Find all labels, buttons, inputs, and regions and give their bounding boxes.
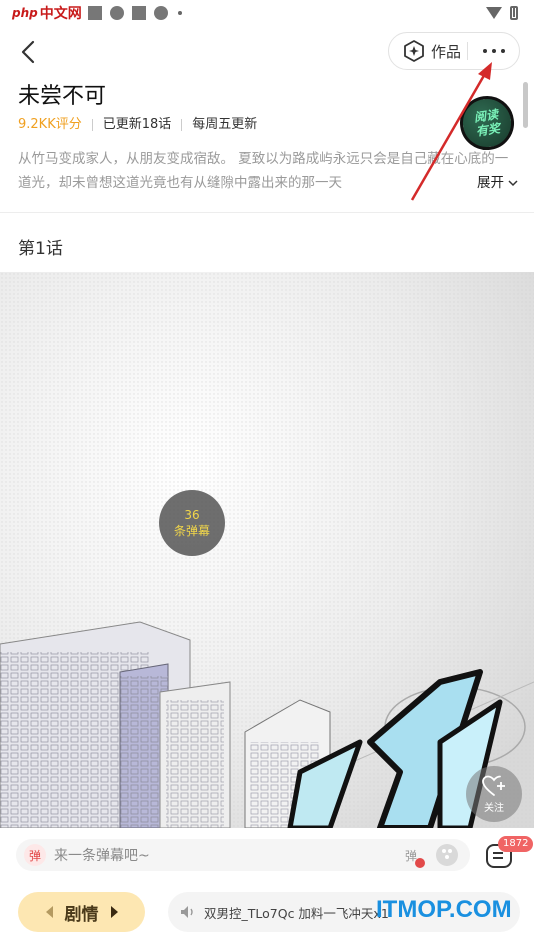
more-dot-icon [482,49,487,53]
works-label: 作品 [431,42,462,61]
comic-illustration [0,272,534,828]
more-dot-icon [500,49,505,53]
danmaku-label: 条弹幕 [173,524,210,538]
watermark-logo: php 中文网 [12,3,82,23]
follow-label: 关注 [484,802,504,814]
more-notifications-icon [177,11,182,15]
notification-icon [87,6,102,20]
rating: 9.2KK评分 [18,117,82,132]
comic-page[interactable]: 36 条弹幕 关注 [0,272,534,828]
more-dot-icon [491,49,496,53]
back-arrow-icon [21,40,35,64]
expand-label: 展开 [477,175,504,191]
comic-meta: 9.2KK评分 已更新18话 每周五更新 [18,115,518,135]
updated-count: 已更新18话 [102,117,172,132]
plot-button[interactable]: 剧情 [18,892,145,932]
wifi-icon [486,7,502,19]
meta-divider [91,119,93,131]
back-button[interactable] [14,38,42,66]
comic-description: 从竹马变成家人，从朋友变成宿敌。 夏致以为路成屿永远只会是自己藏在心底的一道光，… [18,147,518,195]
scrollbar[interactable] [523,82,528,128]
danmaku-style-button[interactable]: 弹 [400,844,425,868]
danmaku-input[interactable]: 弹 来一条弹幕吧~ 弹 [16,839,470,871]
top-action-pill: 作品 [388,32,520,70]
status-bar: php 中文网 [0,0,534,26]
works-button[interactable]: 作品 [389,33,467,69]
danmaku-bar: 弹 来一条弹幕吧~ 弹 [0,828,534,882]
comic-title: 未尝不可 [18,84,107,109]
next-triangle-icon [110,906,118,918]
chapter-title: 第1话 [18,239,63,259]
description-text: 从竹马变成家人，从朋友变成宿敌。 夏致以为路成屿永远只会是自己藏在心底的一道光，… [18,151,509,191]
notice-text: 双男控_TLo7Qc 加料一飞冲天x1 [204,905,389,921]
expand-button[interactable]: 展开 [463,171,518,195]
check-badge-icon [415,858,425,868]
danmaku-placeholder: 来一条弹幕吧~ [54,848,150,864]
watermark-itmop: ITMOP.COM [376,896,512,923]
prev-triangle-icon [45,906,53,918]
section-divider [0,212,534,213]
follow-button[interactable]: 关注 [466,766,522,822]
watermark-php: php [12,6,38,20]
comic-info: 未尝不可 9.2KK评分 已更新18话 每周五更新 从竹马变成家人，从朋友变成宿… [18,80,518,195]
top-nav: 作品 [0,28,534,76]
danmaku-count: 36 [184,508,200,522]
chevron-down-icon [508,180,518,187]
app-icon [131,6,146,20]
works-icon [404,40,424,62]
battery-icon [510,6,518,20]
heart-plus-icon [482,775,505,796]
watermark-cn: 中文网 [39,6,82,22]
speaker-icon [180,904,196,920]
reward-badge-line2: 有奖 [475,121,501,139]
more-button[interactable] [468,33,519,69]
plot-label: 剧情 [64,904,99,925]
danmaku-count-bubble[interactable]: 36 条弹幕 [159,490,225,556]
comment-count-badge: 1872 [498,836,534,852]
bottom-bar: 剧情 双男控_TLo7Qc 加料一飞冲天x1 ITMOP.COM [0,882,534,950]
palette-icon[interactable] [436,844,458,866]
compass-icon [153,6,168,20]
meta-divider [181,119,183,131]
update-schedule: 每周五更新 [192,117,258,132]
danmaku-tag-icon: 弹 [24,844,46,866]
sync-icon [109,6,124,20]
